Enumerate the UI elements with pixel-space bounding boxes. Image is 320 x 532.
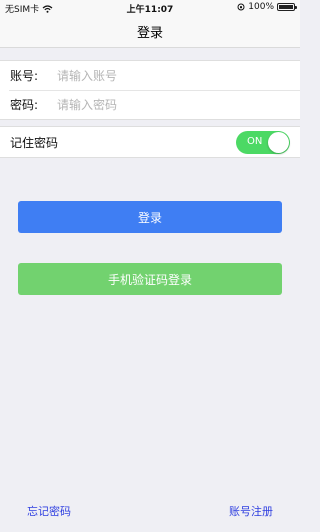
password-label: 密码: (10, 98, 39, 112)
sms-login-button[interactable]: 手机验证码登录 (18, 263, 282, 295)
remember-password-row: 记住密码 ON (0, 126, 300, 158)
login-button[interactable]: 登录 (18, 201, 282, 233)
account-label: 账号: (10, 69, 39, 83)
toggle-knob (268, 132, 289, 153)
status-right: 100% (237, 2, 297, 12)
battery-icon (277, 3, 297, 11)
toggle-state-text: ON (247, 136, 263, 147)
remember-password-label: 记住密码 (10, 135, 59, 150)
password-row: 密码: (0, 90, 300, 119)
status-bar: 无SIM卡 上午11:07 100% (0, 0, 300, 16)
password-input[interactable] (57, 97, 277, 112)
orientation-lock-icon (237, 3, 245, 11)
battery-percent: 100% (248, 2, 274, 12)
login-form: 账号: 密码: (0, 60, 300, 120)
register-link[interactable]: 账号注册 (229, 503, 273, 519)
account-row: 账号: (0, 61, 300, 90)
account-input[interactable] (57, 68, 277, 83)
nav-bar: 登录 (0, 16, 300, 48)
forgot-password-link[interactable]: 忘记密码 (27, 503, 71, 519)
remember-password-toggle[interactable]: ON (236, 131, 290, 154)
page-title: 登录 (136, 26, 163, 41)
